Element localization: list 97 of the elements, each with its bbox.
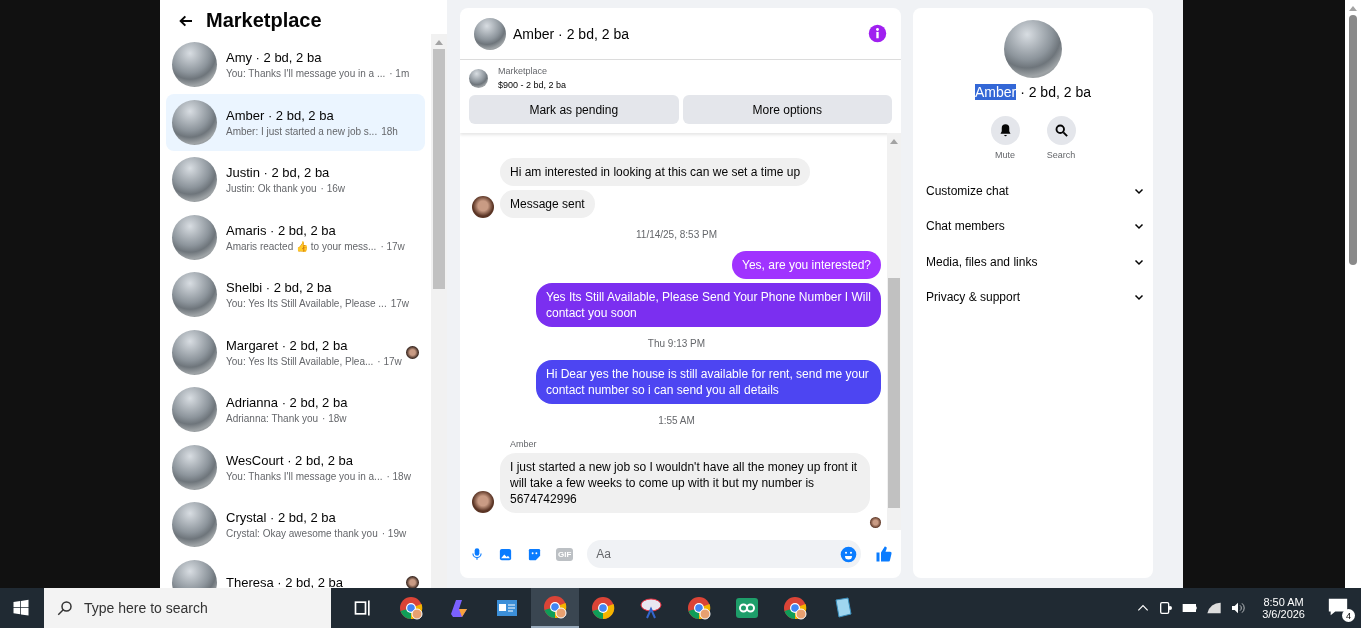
wifi-icon (1206, 600, 1223, 616)
section-header[interactable]: Customize chat (926, 173, 1145, 209)
emoji-icon[interactable] (840, 545, 857, 563)
outgoing-message: Yes, are you interested? (732, 251, 881, 279)
conversation-name: Justin · 2 bd, 2 ba (226, 165, 331, 181)
conversation-item[interactable]: Amy · 2 bd, 2 ba You: Thanks I'll message you in a ... · 1m (166, 36, 425, 94)
listing-photo (469, 68, 488, 88)
listing-photo (1004, 20, 1062, 78)
listing-price: $900 - 2 bd, 2 ba (498, 80, 567, 90)
conversation-time: · 17w (380, 240, 405, 252)
info-icon[interactable] (868, 24, 887, 43)
microphone-icon[interactable] (470, 546, 484, 562)
outgoing-message: Hi Dear yes the house is still available for rent, send me your contact number so i can send you all details (536, 360, 881, 404)
conversation-item[interactable]: WesCourt · 2 bd, 2 ba You: Thanks I'll message you in a... · 18w (166, 438, 425, 496)
chat-title: Amber · 2 bd, 2 ba (513, 25, 630, 42)
notification-icon (1327, 596, 1349, 618)
incoming-message: Hi am interested in looking at this can we set a time up (500, 158, 811, 186)
listing-source: Marketplace (498, 66, 549, 76)
conversation-item[interactable]: Amaris · 2 bd, 2 ba Amaris reacted 👍 to your mess... · 17w (166, 208, 425, 266)
taskbar-clock[interactable]: 8:50 AM 3/6/2026 (1262, 596, 1305, 620)
image-icon[interactable] (498, 546, 513, 562)
conversation-name: Amaris · 2 bd, 2 ba (226, 222, 337, 238)
scrollbar[interactable] (887, 133, 901, 530)
mute-button[interactable] (990, 116, 1020, 145)
notification-count: 4 (1342, 609, 1355, 622)
conversation-name: Crystal · 2 bd, 2 ba (226, 510, 337, 526)
action-label: Mute (995, 150, 1015, 160)
action-label: Search (1046, 150, 1076, 160)
search-icon (56, 599, 74, 617)
conversation-preview: Amaris reacted 👍 to your mess... (226, 240, 377, 252)
conversation-item[interactable]: Shelbi · 2 bd, 2 ba You: Yes Its Still Available, Please ... 17w (166, 266, 425, 324)
conversation-time: 17w (390, 298, 410, 310)
taskbar-search-field[interactable]: Type here to search (44, 588, 331, 628)
listing-photo (172, 99, 217, 145)
conversation-preview: You: Yes Its Still Available, Plea... (226, 355, 374, 367)
conversation-time: 18h (381, 125, 398, 137)
listing-photo (172, 42, 217, 88)
section-header[interactable]: Privacy & support (926, 279, 1145, 315)
conversation-time: · 1m (389, 68, 410, 80)
section-header[interactable]: Chat members (926, 208, 1145, 244)
conversation-preview: You: Thanks I'll message you in a ... (226, 68, 386, 80)
conversation-name: Amy · 2 bd, 2 ba (226, 50, 323, 66)
conversation-time: · 17w (377, 355, 402, 367)
sidebar-title: Marketplace (206, 9, 322, 32)
message-input[interactable]: Aa (587, 540, 861, 568)
message-timestamp: 1:55 AM (658, 414, 695, 428)
section-header[interactable]: Media, files and links (926, 244, 1145, 280)
conversation-time: · 18w (386, 470, 411, 482)
windows-logo-icon[interactable] (12, 599, 30, 617)
listing-photo (172, 272, 217, 318)
conversation-preview: You: Thanks I'll message you in a... (226, 470, 383, 482)
conversation-item[interactable]: Amber · 2 bd, 2 ba Amber: I just started a new job s... 18h (166, 93, 425, 151)
conversation-name: Shelbi · 2 bd, 2 ba (226, 280, 333, 296)
conversation-time: · 19w (381, 528, 407, 540)
link-app-icon[interactable] (735, 596, 759, 620)
listing-photo (172, 214, 217, 260)
conversation-name: Adrianna · 2 bd, 2 ba (226, 395, 349, 411)
incoming-message: I just started a new job so I wouldn't have all the money up front it will take a few weeks to come up with it but my number is 5674742996 (500, 453, 870, 513)
outgoing-message: Yes Its Still Available, Please Send Your Phone Number I Will contact you soon (536, 283, 881, 327)
meet-icon[interactable] (1158, 600, 1175, 616)
conversation-preview: Crystal: Okay awesome thank you (226, 528, 378, 540)
conversation-time: · 16w (320, 183, 346, 195)
conversation-preview: Adrianna: Thank you (226, 413, 319, 425)
conversation-name: WesCourt · 2 bd, 2 ba (226, 452, 354, 468)
search-icon (1053, 123, 1069, 138)
search-button[interactable] (1046, 116, 1076, 145)
scrollbar[interactable] (431, 34, 447, 588)
speaker-icon[interactable] (1230, 600, 1247, 616)
listing-photo (172, 157, 217, 203)
conversation-item[interactable]: Justin · 2 bd, 2 ba Justin: Ok thank you · 16w (166, 151, 425, 209)
sender-name: Amber (510, 439, 538, 449)
listing-action-button[interactable]: More options (682, 95, 892, 124)
thumbs-up-icon[interactable] (875, 545, 893, 563)
conversation-name: Margaret · 2 bd, 2 ba (226, 337, 349, 353)
conversation-item[interactable]: Margaret · 2 bd, 2 ba You: Yes Its Still Available, Plea... · 17w (166, 323, 425, 381)
conversation-time: · 18w (322, 413, 347, 425)
conversation-name: Amber · 2 bd, 2 ba (226, 107, 335, 123)
listing-action-button[interactable]: Mark as pending (469, 95, 679, 124)
conversation-name: Theresa · 2 bd, 2 ba (226, 574, 345, 588)
listing-photo (172, 387, 217, 433)
conversation-item[interactable]: Crystal · 2 bd, 2 ba Crystal: Okay awesome thank you · 19w (166, 496, 425, 554)
listing-photo (172, 444, 217, 490)
seen-avatar (870, 517, 881, 528)
message-timestamp: Thu 9:13 PM (647, 337, 706, 351)
conversation-item[interactable]: Adrianna · 2 bd, 2 ba Adrianna: Thank you · 18w (166, 381, 425, 439)
listing-photo (172, 329, 217, 375)
scrollbar[interactable] (1345, 0, 1361, 588)
conversation-preview: You: Yes Its Still Available, Please ... (226, 298, 387, 310)
conversation-preview: Amber: I just started a new job s... (226, 125, 378, 137)
contact-title: Amber · 2 bd, 2 ba (975, 84, 1091, 100)
conversation-preview: Justin: Ok thank you (226, 183, 317, 195)
message-timestamp: 11/14/25, 8:53 PM (636, 228, 717, 242)
incoming-message: Message sent (500, 190, 595, 218)
listing-photo (474, 17, 506, 50)
sticker-icon[interactable] (527, 546, 542, 562)
listing-photo (172, 502, 217, 548)
task-view-icon[interactable] (353, 598, 373, 618)
